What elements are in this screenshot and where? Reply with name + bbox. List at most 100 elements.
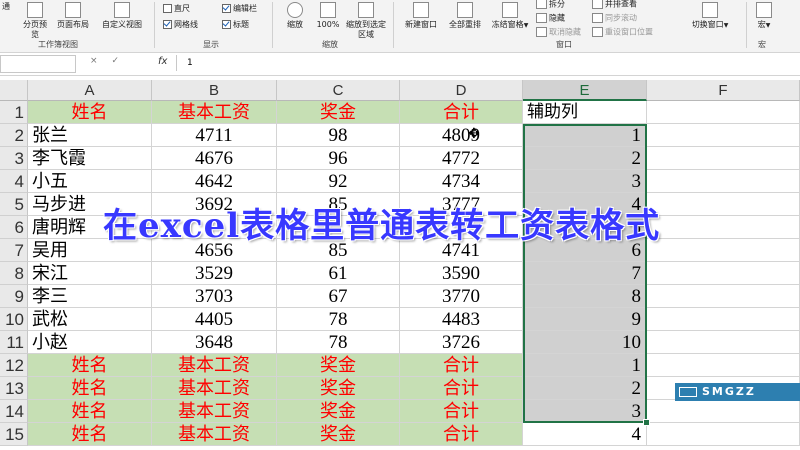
cell-e3[interactable]: 2 [523, 147, 647, 170]
new-window-button[interactable]: 新建窗口 [400, 2, 442, 30]
insert-function-button[interactable]: fx [158, 56, 167, 67]
cell-d9[interactable]: 3770 [400, 285, 523, 308]
cell-b2[interactable]: 4711 [152, 124, 277, 147]
cell-d12[interactable]: 合计 [400, 354, 523, 377]
cell-d15[interactable]: 合计 [400, 423, 523, 446]
cell-e12[interactable]: 1 [523, 354, 647, 377]
cell-f6[interactable] [647, 216, 800, 239]
cell-f12[interactable] [647, 354, 800, 377]
cell-e9[interactable]: 8 [523, 285, 647, 308]
cell-e13[interactable]: 2 [523, 377, 647, 400]
reset-window-position-button[interactable]: 重设窗口位置 [592, 27, 653, 38]
column-header-c[interactable]: C [277, 80, 400, 101]
custom-views-button[interactable]: 自定义视图 [96, 2, 148, 30]
cell-e2[interactable]: 1 [523, 124, 647, 147]
cell-e1[interactable]: 辅助列 [523, 101, 647, 124]
checkbox-headings[interactable]: 标题 [222, 20, 249, 30]
row-header[interactable]: 4 [0, 170, 28, 193]
cell-d11[interactable]: 3726 [400, 331, 523, 354]
row-header[interactable]: 9 [0, 285, 28, 308]
normal-view-button[interactable]: 通 [0, 2, 12, 12]
cell-a2[interactable]: 张兰 [28, 124, 152, 147]
row-header[interactable]: 5 [0, 193, 28, 216]
cell-f15[interactable] [647, 423, 800, 446]
column-header-a[interactable]: A [28, 80, 152, 101]
column-header-e[interactable]: E [523, 80, 647, 101]
checkbox-gridlines[interactable]: 网格线 [163, 20, 198, 30]
row-header[interactable]: 8 [0, 262, 28, 285]
cell-f8[interactable] [647, 262, 800, 285]
cell-c13[interactable]: 奖金 [277, 377, 400, 400]
cell-c3[interactable]: 96 [277, 147, 400, 170]
fill-handle[interactable] [643, 419, 650, 426]
switch-windows-button[interactable]: 切换窗口▼ [688, 2, 732, 31]
cell-f11[interactable] [647, 331, 800, 354]
cell-f7[interactable] [647, 239, 800, 262]
cell-f5[interactable] [647, 193, 800, 216]
cell-c12[interactable]: 奖金 [277, 354, 400, 377]
macros-button[interactable]: 宏▼ [752, 2, 776, 31]
cell-e10[interactable]: 9 [523, 308, 647, 331]
cell-f1[interactable] [647, 101, 800, 124]
cell-e4[interactable]: 3 [523, 170, 647, 193]
column-header-d[interactable]: D [400, 80, 523, 101]
cell-b9[interactable]: 3703 [152, 285, 277, 308]
cell-f14[interactable] [647, 400, 800, 423]
sync-scroll-button[interactable]: 同步滚动 [592, 13, 637, 24]
cell-c11[interactable]: 78 [277, 331, 400, 354]
arrange-all-button[interactable]: 全部重排 [444, 2, 486, 30]
cell-a9[interactable]: 李三 [28, 285, 152, 308]
cell-b13[interactable]: 基本工资 [152, 377, 277, 400]
row-header[interactable]: 15 [0, 423, 28, 446]
cell-f10[interactable] [647, 308, 800, 331]
row-header[interactable]: 11 [0, 331, 28, 354]
zoom-to-selection-button[interactable]: 缩放到选定区域 [346, 2, 386, 40]
cell-f9[interactable] [647, 285, 800, 308]
cell-a15[interactable]: 姓名 [28, 423, 152, 446]
row-header[interactable]: 2 [0, 124, 28, 147]
cell-c15[interactable]: 奖金 [277, 423, 400, 446]
cell-a8[interactable]: 宋江 [28, 262, 152, 285]
cell-d3[interactable]: 4772 [400, 147, 523, 170]
cancel-formula-button[interactable]: × [90, 56, 112, 66]
cell-f2[interactable] [647, 124, 800, 147]
cell-d4[interactable]: 4734 [400, 170, 523, 193]
cell-b8[interactable]: 3529 [152, 262, 277, 285]
cell-e15[interactable]: 4 [523, 423, 647, 446]
name-box[interactable] [0, 55, 76, 73]
cell-a13[interactable]: 姓名 [28, 377, 152, 400]
cell-d1[interactable]: 合计 [400, 101, 523, 124]
unhide-button[interactable]: 取消隐藏 [536, 27, 581, 38]
cell-a3[interactable]: 李飞霞 [28, 147, 152, 170]
cell-c9[interactable]: 67 [277, 285, 400, 308]
checkbox-ruler[interactable]: 直尺 [163, 4, 190, 14]
cell-a12[interactable]: 姓名 [28, 354, 152, 377]
cell-b15[interactable]: 基本工资 [152, 423, 277, 446]
row-header[interactable]: 3 [0, 147, 28, 170]
cell-c1[interactable]: 奖金 [277, 101, 400, 124]
formula-input[interactable]: 1 [176, 55, 798, 71]
cell-b11[interactable]: 3648 [152, 331, 277, 354]
row-header[interactable]: 7 [0, 239, 28, 262]
cell-e11[interactable]: 10 [523, 331, 647, 354]
row-header[interactable]: 1 [0, 101, 28, 124]
column-header-b[interactable]: B [152, 80, 277, 101]
cell-b10[interactable]: 4405 [152, 308, 277, 331]
cell-a11[interactable]: 小赵 [28, 331, 152, 354]
cell-b4[interactable]: 4642 [152, 170, 277, 193]
cell-f4[interactable] [647, 170, 800, 193]
cell-b3[interactable]: 4676 [152, 147, 277, 170]
zoom-100-button[interactable]: 100% [312, 2, 344, 30]
cell-a14[interactable]: 姓名 [28, 400, 152, 423]
confirm-formula-button[interactable]: ✓ [112, 56, 134, 66]
cell-d14[interactable]: 合计 [400, 400, 523, 423]
cell-e8[interactable]: 7 [523, 262, 647, 285]
cell-c2[interactable]: 98 [277, 124, 400, 147]
cell-c8[interactable]: 61 [277, 262, 400, 285]
split-button[interactable]: 拆分 [536, 0, 565, 10]
cell-c4[interactable]: 92 [277, 170, 400, 193]
cell-c14[interactable]: 奖金 [277, 400, 400, 423]
cell-a10[interactable]: 武松 [28, 308, 152, 331]
row-header[interactable]: 12 [0, 354, 28, 377]
cell-a1[interactable]: 姓名 [28, 101, 152, 124]
